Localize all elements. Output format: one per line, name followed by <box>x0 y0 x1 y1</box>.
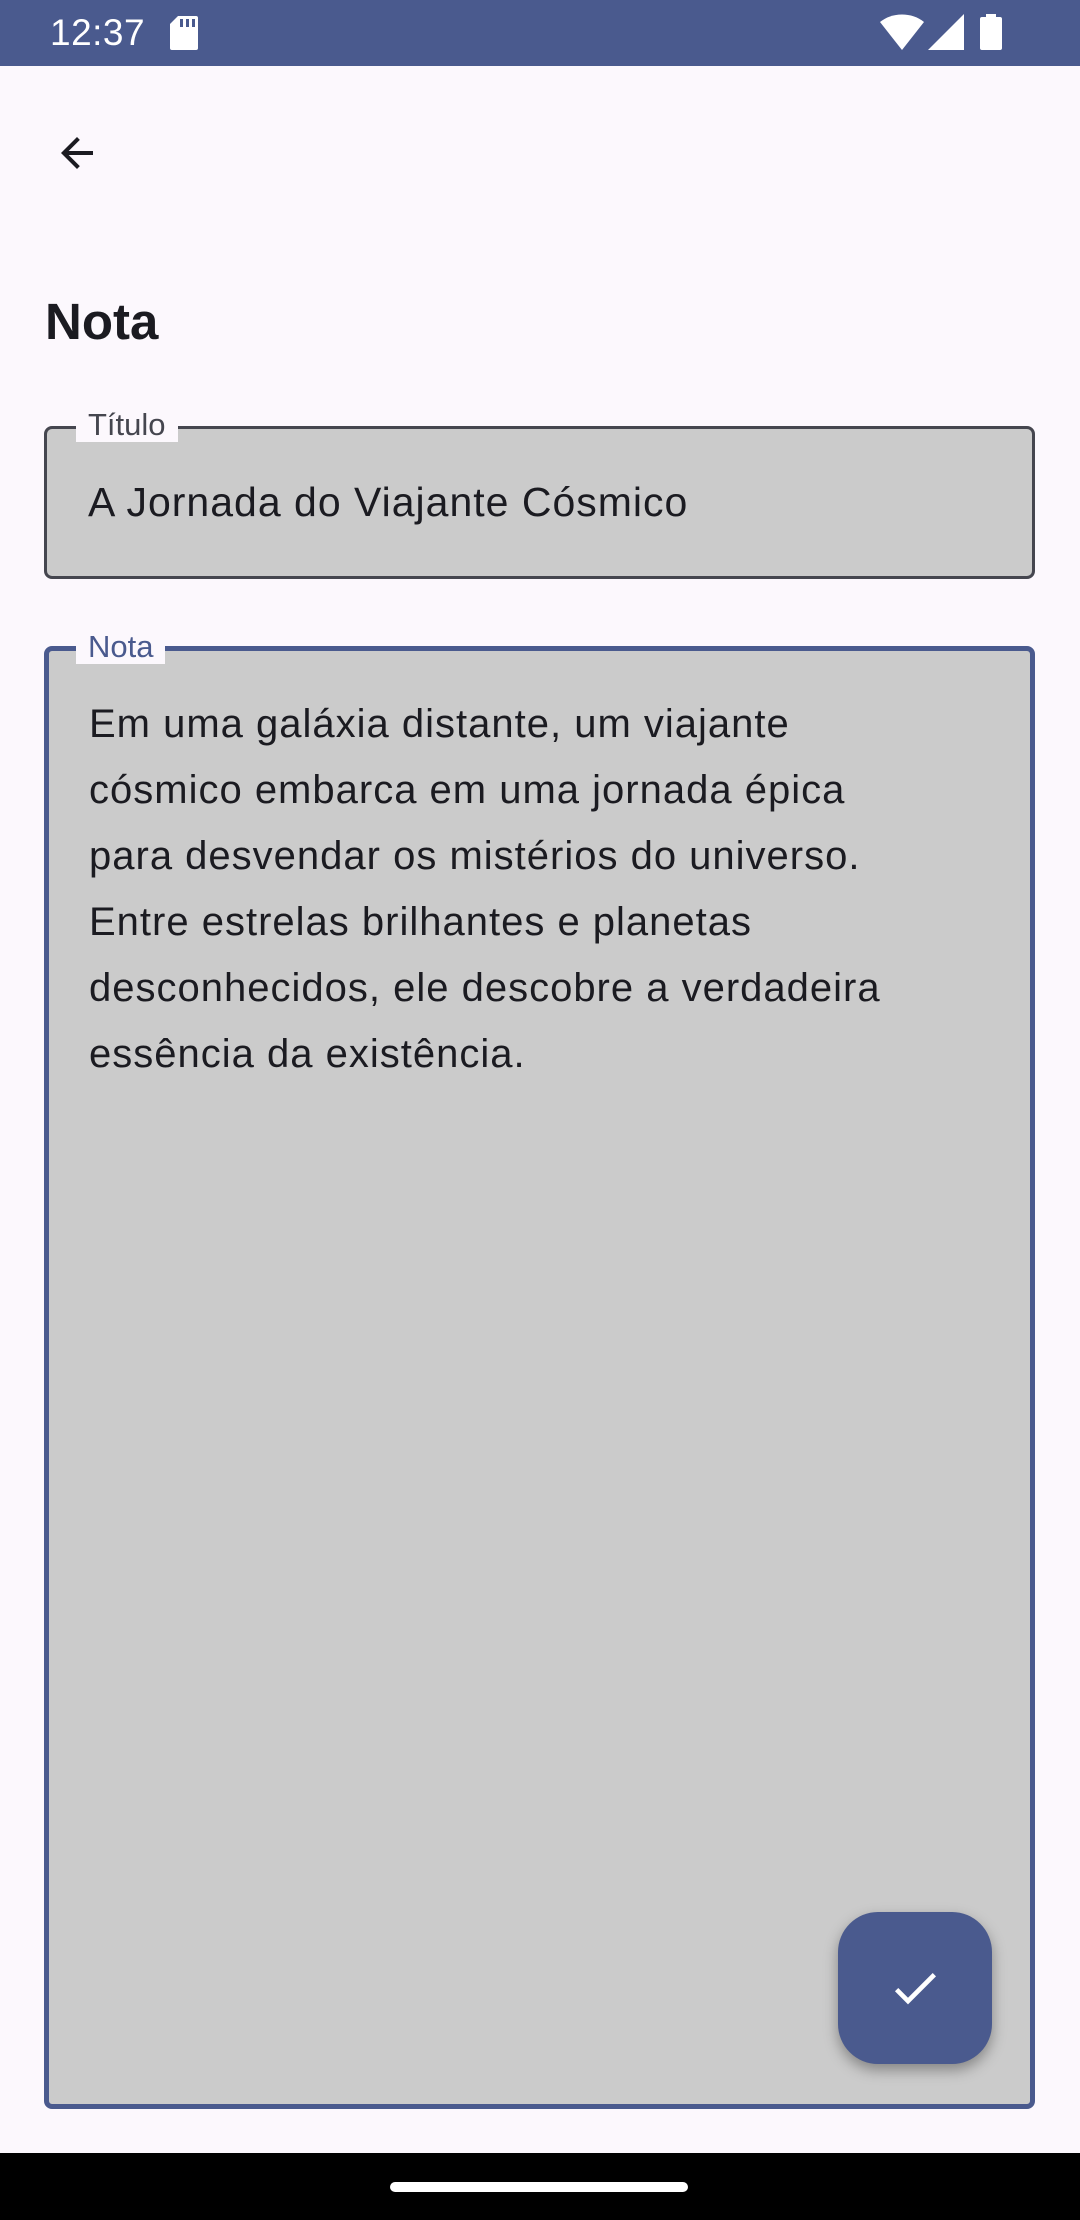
title-input-value[interactable]: A Jornada do Viajante Cósmico <box>88 477 688 527</box>
note-field[interactable]: Em uma galáxia distante, um viajante cós… <box>44 646 1035 2109</box>
check-icon <box>894 1973 936 2005</box>
note-field-top-strip <box>44 626 1035 644</box>
page-title: Nota <box>45 293 159 350</box>
sd-card-icon <box>170 16 198 50</box>
battery-icon <box>980 14 1002 50</box>
save-fab-button[interactable] <box>838 1912 992 2064</box>
note-input-value[interactable]: Em uma galáxia distante, um viajante cós… <box>89 691 1009 1087</box>
title-field-top-strip <box>44 408 1035 426</box>
back-button[interactable] <box>42 118 112 188</box>
signal-icon <box>928 14 964 50</box>
wifi-icon <box>880 14 924 50</box>
status-time: 12:37 <box>50 12 146 53</box>
status-bar: 12:37 <box>0 0 1080 66</box>
note-field-label: Nota <box>76 630 166 664</box>
title-field-label: Título <box>76 408 178 442</box>
home-gesture-handle[interactable] <box>390 2182 688 2192</box>
arrow-back-icon <box>61 137 93 169</box>
title-field[interactable]: A Jornada do Viajante Cósmico <box>44 426 1035 579</box>
